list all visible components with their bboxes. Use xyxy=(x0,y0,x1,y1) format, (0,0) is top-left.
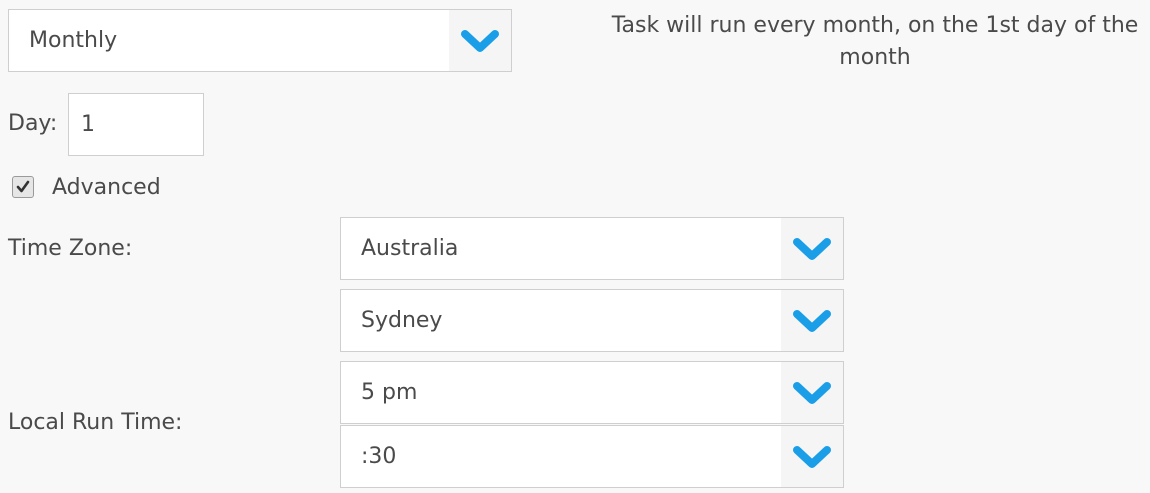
run-time-hour-value: 5 pm xyxy=(361,380,418,405)
run-time-minute-value: :30 xyxy=(361,444,397,469)
chevron-down-icon xyxy=(781,218,843,279)
time-zone-city-value: Sydney xyxy=(361,308,443,333)
frequency-select[interactable]: Monthly xyxy=(8,9,512,72)
run-time-hour-select[interactable]: 5 pm xyxy=(340,361,844,424)
time-zone-region-value: Australia xyxy=(361,236,459,261)
schedule-description: Task will run every month, on the 1st da… xyxy=(611,13,1139,70)
chevron-down-icon xyxy=(781,362,843,423)
time-zone-city-select[interactable]: Sydney xyxy=(340,289,844,352)
advanced-checkbox[interactable] xyxy=(12,176,34,198)
time-zone-label: Time Zone: xyxy=(8,236,133,261)
time-zone-region-select[interactable]: Australia xyxy=(340,217,844,280)
schedule-form: Monthly Task will run every month, on th… xyxy=(0,0,1150,493)
local-run-time-label: Local Run Time: xyxy=(8,410,183,435)
day-input[interactable] xyxy=(68,93,204,156)
day-label: Day: xyxy=(8,111,58,136)
run-time-minute-select[interactable]: :30 xyxy=(340,425,844,488)
advanced-label: Advanced xyxy=(52,175,161,200)
chevron-down-icon xyxy=(781,426,843,487)
checkmark-icon xyxy=(16,180,30,193)
frequency-select-value: Monthly xyxy=(29,28,118,53)
chevron-down-icon xyxy=(449,10,511,71)
chevron-down-icon xyxy=(781,290,843,351)
